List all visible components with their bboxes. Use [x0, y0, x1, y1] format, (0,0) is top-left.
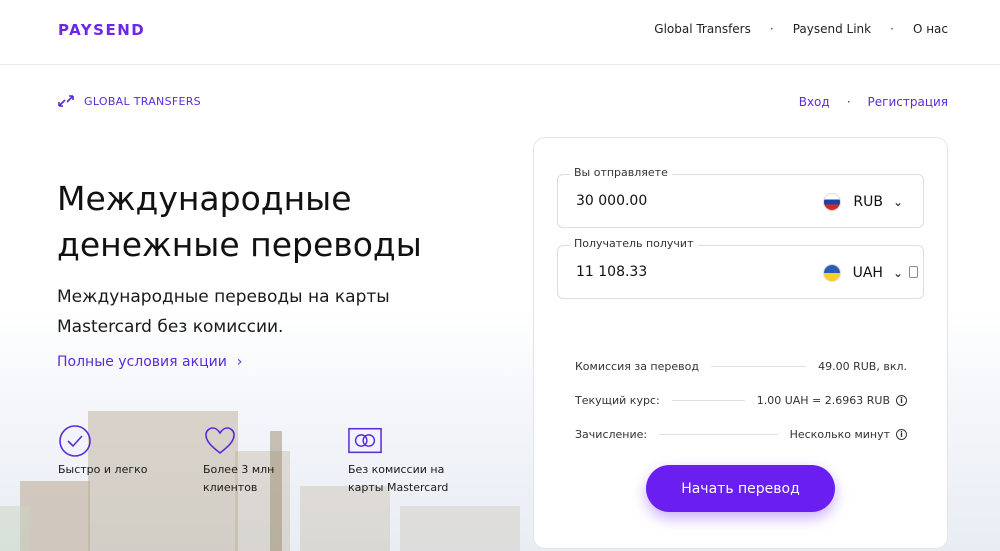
transfer-calculator: Вы отправляете 30 000.00 RUB ⌄ Получател…	[533, 137, 948, 549]
row-divider	[710, 365, 807, 367]
nav-about[interactable]: О нас	[913, 22, 948, 36]
login-link[interactable]: Вход	[799, 95, 830, 109]
top-nav: Global Transfers · Paysend Link · О нас	[654, 22, 948, 36]
fee-value: 49.00 RUB, вкл.	[818, 359, 907, 373]
register-link[interactable]: Регистрация	[868, 95, 948, 109]
feature-fast-text: Быстро и легко	[58, 463, 148, 476]
terms-link-label: Полные условия акции	[57, 354, 227, 370]
nav-separator: ·	[890, 22, 894, 36]
receive-label: Получатель получит	[570, 237, 698, 250]
receive-currency-select[interactable]: UAH ⌄	[822, 264, 903, 282]
delivery-value: Несколько минут	[789, 427, 890, 441]
send-currency-code: RUB	[853, 194, 883, 210]
feature-no-fee: Без комиссии на карты Mastercard	[348, 424, 473, 497]
nav-separator: ·	[769, 22, 774, 36]
calculator-icon[interactable]	[909, 266, 918, 278]
receive-currency-code: UAH	[852, 265, 883, 281]
feature-fast: Быстро и легко	[58, 424, 168, 479]
top-header: PAYSEND Global Transfers · Paysend Link …	[0, 0, 1000, 65]
feature-clients: Более 3 млн клиентов	[203, 424, 293, 497]
section-label: GLOBAL TRANSFERS	[84, 94, 201, 108]
chevron-down-icon: ⌄	[892, 195, 903, 209]
russia-flag-icon	[823, 193, 842, 211]
terms-link[interactable]: Полные условия акции ›	[57, 354, 242, 370]
send-amount-input[interactable]: 30 000.00	[576, 193, 647, 209]
receive-amount-input[interactable]: 11 108.33	[576, 264, 647, 280]
send-amount-field[interactable]: Вы отправляете 30 000.00 RUB ⌄	[557, 166, 924, 228]
mastercard-icon	[348, 427, 382, 454]
receive-amount-field[interactable]: Получатель получит 11 108.33 UAH ⌄	[557, 237, 924, 299]
fee-label: Комиссия за перевод	[575, 359, 699, 373]
start-transfer-button[interactable]: Начать перевод	[646, 465, 835, 512]
paysend-logo[interactable]: PAYSEND	[58, 21, 145, 39]
feature-clients-text: Более 3 млн клиентов	[203, 463, 275, 494]
chevron-down-icon: ⌄	[892, 266, 903, 280]
rate-value: 1.00 UAH = 2.6963 RUB	[756, 393, 890, 407]
delivery-label: Зачисление:	[575, 427, 648, 441]
send-currency-select[interactable]: RUB ⌄	[823, 193, 903, 211]
auth-separator: ·	[846, 95, 851, 109]
row-divider	[671, 399, 745, 401]
rate-label: Текущий курс:	[575, 393, 660, 407]
chevron-right-icon: ›	[236, 354, 243, 370]
info-icon[interactable]: i	[896, 428, 907, 440]
hero-subtitle: Международные переводы на карты Masterca…	[57, 287, 390, 337]
ukraine-flag-icon	[822, 264, 841, 282]
transfer-arrows-icon	[58, 95, 74, 107]
nav-paysend-link[interactable]: Paysend Link	[793, 22, 871, 36]
row-divider	[659, 433, 778, 435]
global-transfers-label[interactable]: GLOBAL TRANSFERS	[57, 94, 201, 108]
send-label: Вы отправляете	[570, 166, 672, 179]
heart-icon	[205, 427, 235, 455]
hero-title: Международные денежные переводы	[57, 179, 422, 264]
delivery-row: Зачисление: Несколько минут i	[575, 426, 907, 442]
feature-no-fee-text: Без комиссии на карты Mastercard	[348, 463, 449, 494]
nav-global-transfers[interactable]: Global Transfers	[654, 22, 751, 36]
info-icon[interactable]: i	[896, 394, 907, 406]
auth-links: Вход · Регистрация	[799, 95, 948, 109]
check-circle-icon	[59, 425, 91, 457]
rate-row: Текущий курс: 1.00 UAH = 2.6963 RUB i	[575, 392, 907, 408]
fee-row: Комиссия за перевод 49.00 RUB, вкл.	[575, 358, 907, 374]
